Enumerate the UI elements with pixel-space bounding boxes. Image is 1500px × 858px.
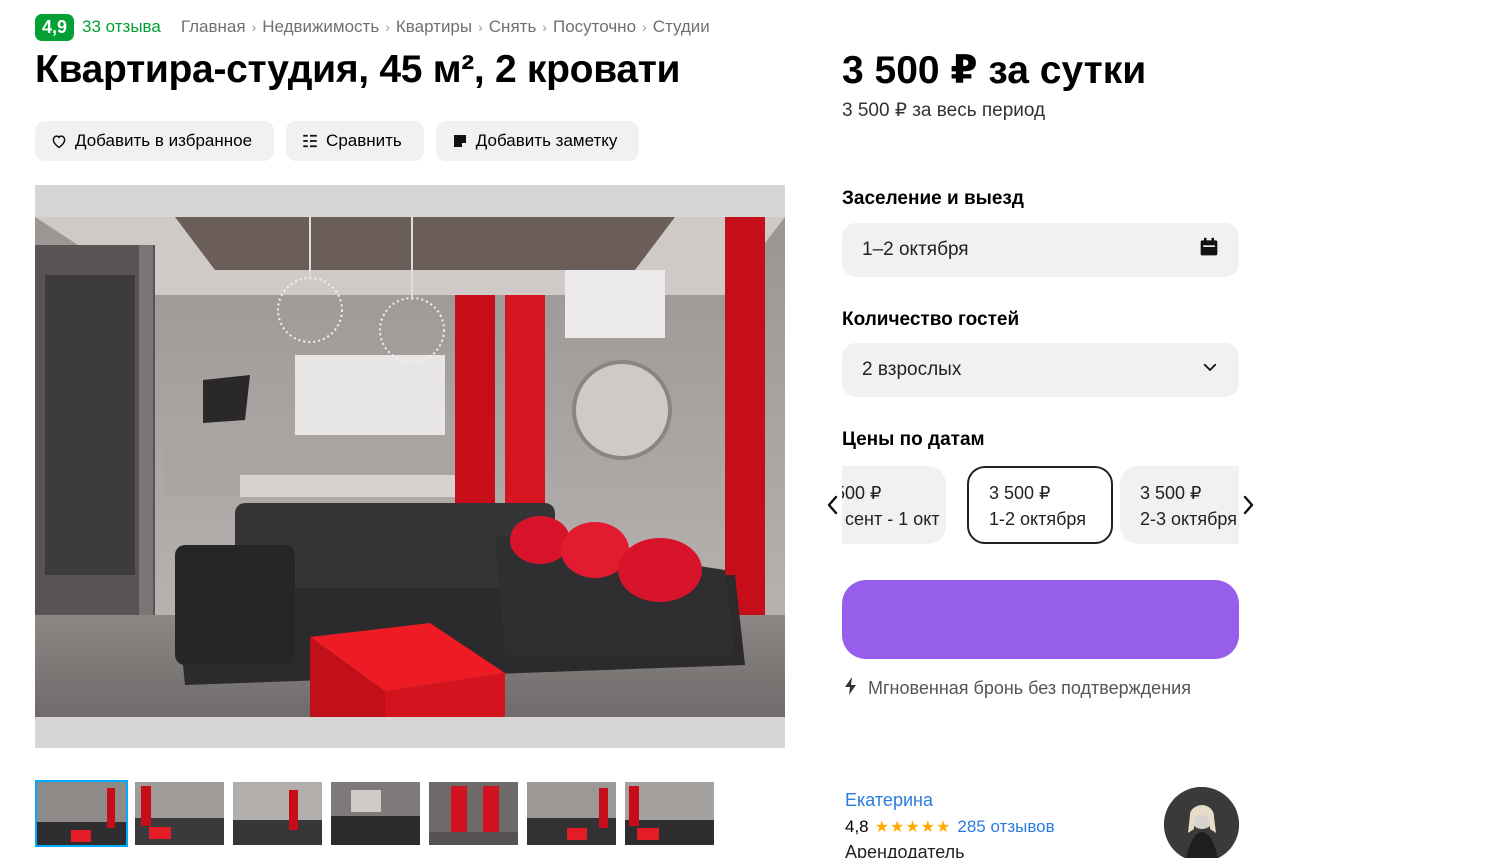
host-reviews-link[interactable]: 285 отзывов [957, 817, 1054, 837]
breadcrumb-separator: › [385, 19, 390, 35]
host-role: Арендодатель [845, 842, 965, 858]
breadcrumb-apartments[interactable]: Квартиры [396, 17, 472, 37]
breadcrumb-rent[interactable]: Снять [489, 17, 537, 37]
breadcrumb-separator: › [478, 19, 483, 35]
date-card-dates: 2-3 октября [1140, 509, 1237, 529]
compare-button[interactable]: Сравнить [286, 121, 424, 161]
compare-icon [300, 131, 320, 151]
breadcrumb-separator: › [542, 19, 547, 35]
guests-select[interactable]: 2 взрослых [842, 343, 1239, 397]
date-price-card[interactable]: 3 500 ₽ 30 сент - 1 окт [842, 466, 946, 544]
thumbnail[interactable] [231, 780, 324, 847]
host-name-link[interactable]: Екатерина [845, 790, 933, 811]
thumbnail[interactable] [525, 780, 618, 847]
date-prices-label: Цены по датам [842, 429, 985, 450]
date-card-dates: 30 сент - 1 окт [842, 509, 940, 529]
date-card-price: 3 500 ₽ [989, 483, 1051, 503]
checkin-label: Заселение и выезд [842, 188, 1024, 209]
thumbnail-strip [35, 780, 716, 847]
price-total: 3 500 ₽ за весь период [842, 100, 1046, 121]
thumbnail[interactable] [133, 780, 226, 847]
checkin-date-value: 1–2 октября [862, 239, 969, 260]
date-price-card-selected[interactable]: 3 500 ₽ 1-2 октября [967, 466, 1113, 544]
add-note-button[interactable]: Добавить заметку [435, 121, 640, 161]
breadcrumb-separator: › [251, 19, 257, 35]
instant-booking-note: Мгновенная бронь без подтверждения [844, 676, 1191, 701]
chevron-left-icon[interactable] [822, 490, 842, 520]
breadcrumb: Главная › Недвижимость › Квартиры › Снят… [181, 17, 710, 37]
chevron-right-icon[interactable] [1239, 490, 1259, 520]
breadcrumb-daily[interactable]: Посуточно [553, 17, 636, 37]
date-price-card[interactable]: 3 500 ₽ 2-3 октября [1120, 466, 1239, 544]
page-title: Квартира-студия, 45 м², 2 кровати [35, 48, 681, 91]
checkin-date-field[interactable]: 1–2 октября [842, 223, 1239, 277]
breadcrumb-studios[interactable]: Студии [653, 17, 710, 37]
star-rating-icon: ★★★★★ [874, 819, 952, 836]
thumbnail[interactable] [329, 780, 422, 847]
guests-label: Количество гостей [842, 309, 1020, 330]
thumbnail[interactable] [623, 780, 716, 847]
reviews-link[interactable]: 33 отзыва [82, 17, 161, 37]
thumbnail[interactable] [427, 780, 520, 847]
main-photo[interactable] [35, 185, 785, 748]
avatar[interactable] [1164, 787, 1239, 858]
heart-icon [49, 131, 69, 151]
add-to-favorites-label: Добавить в избранное [75, 131, 253, 150]
breadcrumb-separator: › [642, 19, 647, 35]
add-to-favorites-button[interactable]: Добавить в избранное [35, 121, 275, 161]
thumbnail[interactable] [35, 780, 128, 847]
date-card-price: 3 500 ₽ [842, 483, 882, 503]
date-card-dates: 1-2 октября [989, 509, 1086, 529]
breadcrumb-realty[interactable]: Недвижимость [262, 17, 379, 37]
listing-actions: Добавить в избранное Сравнить Добавить з… [35, 121, 640, 161]
instant-booking-text: Мгновенная бронь без подтверждения [868, 678, 1191, 698]
date-card-price: 3 500 ₽ [1140, 483, 1202, 503]
book-button[interactable] [842, 580, 1239, 659]
guests-value: 2 взрослых [862, 359, 962, 380]
calendar-icon [1199, 237, 1219, 263]
compare-label: Сравнить [326, 131, 402, 150]
note-icon [450, 131, 470, 151]
chevron-down-icon [1201, 358, 1219, 382]
rating-badge: 4,9 [35, 13, 75, 41]
breadcrumb-home[interactable]: Главная [181, 17, 246, 37]
date-price-carousel: 3 500 ₽ 30 сент - 1 окт 3 500 ₽ 1-2 октя… [842, 466, 1239, 544]
host-rating-value: 4,8 [845, 817, 869, 836]
price-per-night: 3 500 ₽ за сутки [842, 49, 1147, 92]
add-note-label: Добавить заметку [475, 131, 618, 150]
host-rating: 4,8 ★★★★★ 285 отзывов [845, 817, 1055, 837]
lightning-icon [844, 676, 858, 701]
listing-meta: 4,9 33 отзыва Главная › Недвижимость › К… [35, 12, 710, 42]
